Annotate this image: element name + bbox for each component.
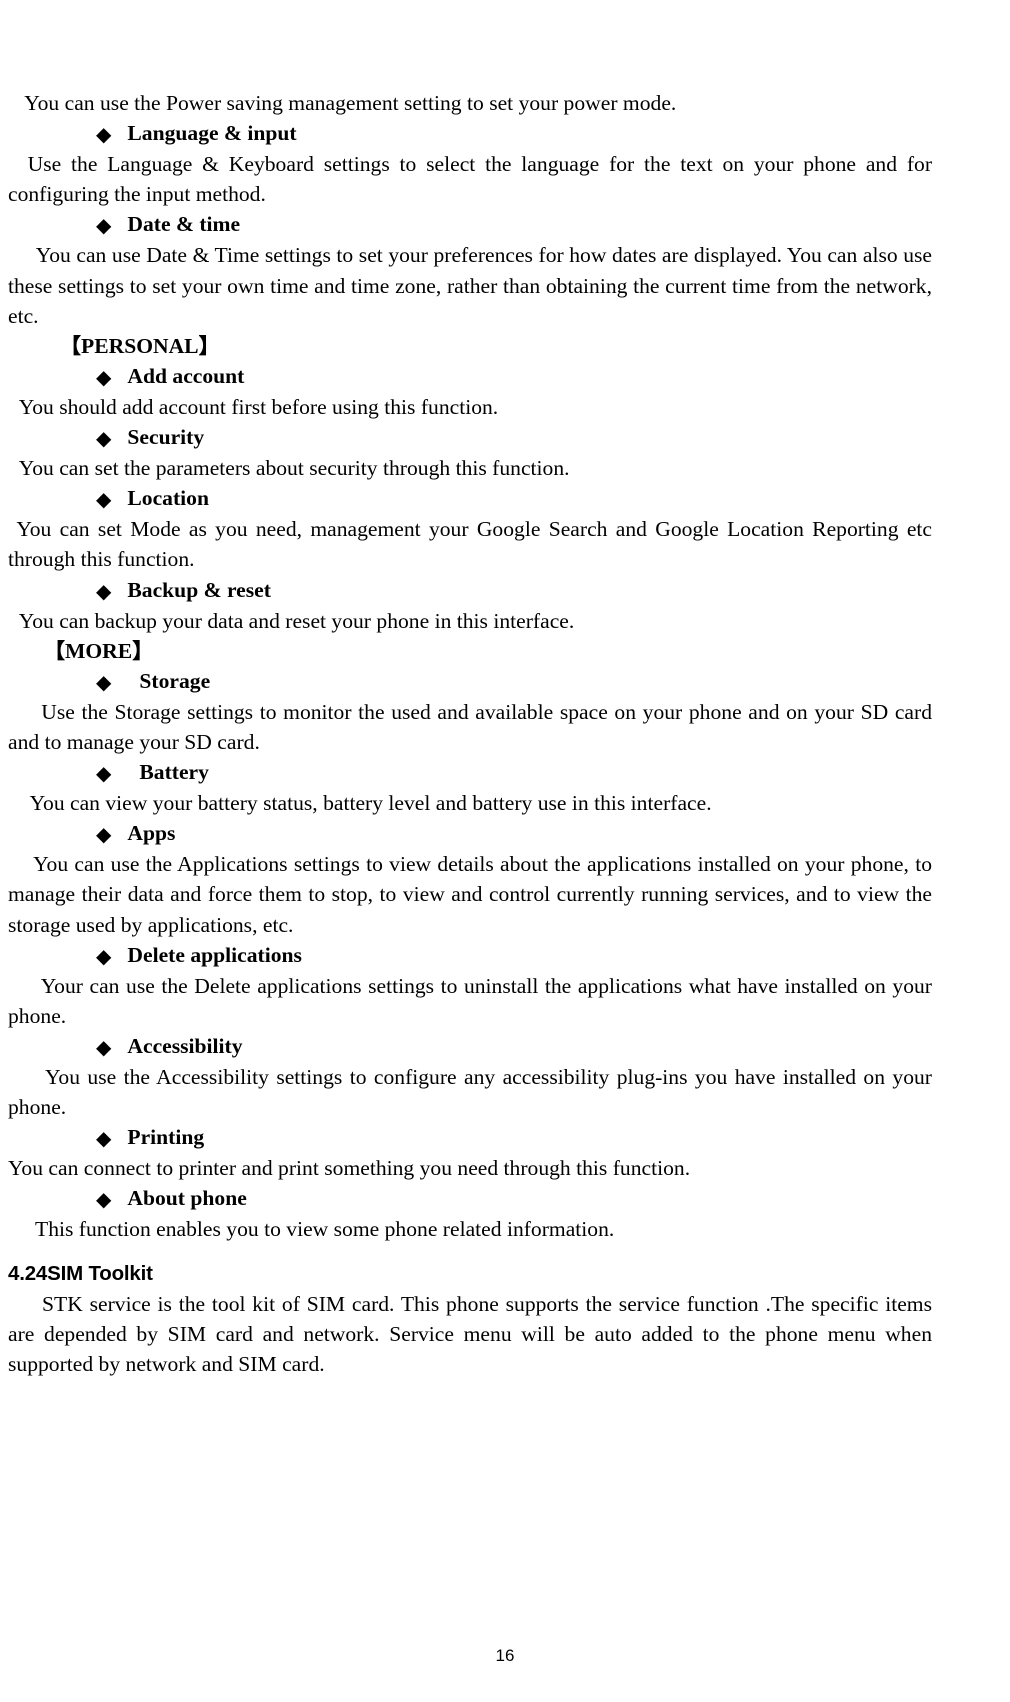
bullet-heading-label: Security bbox=[127, 425, 205, 450]
body-paragraph: You can view your battery status, batter… bbox=[8, 791, 712, 816]
diamond-bullet-icon: ◆ bbox=[96, 1126, 112, 1151]
bullet-heading-label: Add account bbox=[127, 363, 245, 388]
bullet-heading: ◆ Language & input bbox=[8, 118, 932, 149]
section-heading: 4.24SIM Toolkit bbox=[8, 1261, 153, 1285]
bullet-heading-label: Location bbox=[127, 486, 209, 511]
bullet-heading: ◆ Delete applications bbox=[8, 940, 932, 971]
diamond-bullet-icon: ◆ bbox=[96, 822, 112, 847]
body-paragraph: You can set the parameters about securit… bbox=[8, 456, 570, 481]
close-bracket-icon: 】 bbox=[132, 638, 154, 663]
bullet-heading: ◆ Add account bbox=[8, 361, 932, 392]
bullet-heading: ◆ Battery bbox=[8, 757, 932, 788]
diamond-bullet-icon: ◆ bbox=[96, 761, 112, 786]
group-label-text: PERSONAL bbox=[81, 333, 199, 358]
bullet-heading: ◆ Backup & reset bbox=[8, 575, 932, 606]
bullet-heading-label: Accessibility bbox=[127, 1033, 243, 1058]
bullet-heading: ◆ About phone bbox=[8, 1183, 932, 1214]
diamond-bullet-icon: ◆ bbox=[96, 578, 112, 603]
bullet-heading: ◆ Storage bbox=[8, 666, 932, 697]
close-bracket-icon: 】 bbox=[198, 333, 220, 358]
body-paragraph: You should add account first before usin… bbox=[8, 394, 499, 419]
diamond-bullet-icon: ◆ bbox=[96, 364, 112, 389]
document-page: You can use the Power saving management … bbox=[0, 0, 1010, 1702]
bullet-heading: ◆ Printing bbox=[8, 1122, 932, 1153]
bullet-heading-label: Backup & reset bbox=[127, 577, 271, 602]
body-paragraph: You can use the Power saving management … bbox=[8, 91, 677, 115]
diamond-bullet-icon: ◆ bbox=[96, 669, 112, 694]
body-paragraph: You use the Accessibility settings to co… bbox=[8, 1065, 938, 1120]
bullet-heading: ◆ Date & time bbox=[8, 209, 932, 240]
body-paragraph: You can set Mode as you need, management… bbox=[8, 517, 938, 572]
bullet-heading-label: Battery bbox=[139, 760, 209, 785]
diamond-bullet-icon: ◆ bbox=[96, 943, 112, 968]
body-paragraph: You can use Date & Time settings to set … bbox=[8, 243, 938, 328]
open-bracket-icon: 【 bbox=[60, 333, 81, 358]
bullet-heading: ◆ Accessibility bbox=[8, 1031, 932, 1062]
bullet-heading-label: Language & input bbox=[127, 121, 297, 146]
diamond-bullet-icon: ◆ bbox=[96, 1187, 112, 1212]
body-paragraph: Your can use the Delete applications set… bbox=[8, 973, 938, 1028]
group-label-text: MORE bbox=[65, 638, 133, 663]
document-body: You can use the Power saving management … bbox=[8, 88, 932, 1379]
body-paragraph: STK service is the tool kit of SIM card.… bbox=[8, 1291, 938, 1376]
bullet-heading: ◆ Apps bbox=[8, 818, 932, 849]
bullet-heading-label: Delete applications bbox=[127, 942, 302, 967]
body-paragraph: You can connect to printer and print som… bbox=[8, 1156, 691, 1181]
bullet-heading-label: About phone bbox=[127, 1186, 247, 1211]
bullet-heading-label: Storage bbox=[139, 668, 211, 693]
diamond-bullet-icon: ◆ bbox=[96, 426, 112, 451]
bullet-heading-label: Apps bbox=[127, 821, 176, 846]
body-paragraph: You can backup your data and reset your … bbox=[8, 608, 575, 633]
body-paragraph: You can use the Applications settings to… bbox=[8, 852, 938, 937]
bullet-heading: ◆ Location bbox=[8, 483, 932, 514]
diamond-bullet-icon: ◆ bbox=[96, 213, 112, 238]
body-paragraph: Use the Language & Keyboard settings to … bbox=[8, 152, 938, 207]
bullet-heading-label: Date & time bbox=[127, 212, 241, 237]
body-paragraph: Use the Storage settings to monitor the … bbox=[8, 699, 938, 754]
body-paragraph: This function enables you to view some p… bbox=[8, 1217, 615, 1242]
diamond-bullet-icon: ◆ bbox=[96, 1034, 112, 1059]
bullet-heading: ◆ Security bbox=[8, 422, 932, 453]
group-label: 【PERSONAL】 bbox=[8, 331, 932, 361]
diamond-bullet-icon: ◆ bbox=[96, 122, 112, 147]
page-number: 16 bbox=[495, 1646, 515, 1665]
diamond-bullet-icon: ◆ bbox=[96, 487, 112, 512]
group-label: 【MORE】 bbox=[8, 636, 932, 666]
open-bracket-icon: 【 bbox=[44, 638, 65, 663]
bullet-heading-label: Printing bbox=[127, 1125, 205, 1150]
